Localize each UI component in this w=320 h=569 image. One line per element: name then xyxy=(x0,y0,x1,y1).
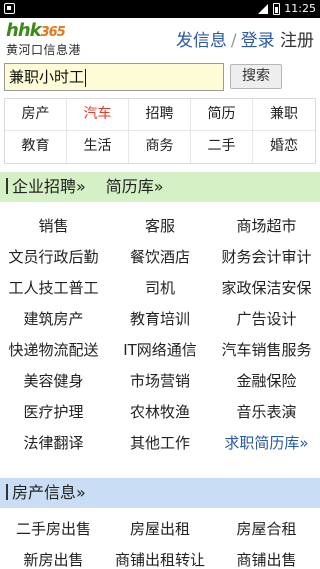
search-input-value: 兼职小时工 xyxy=(9,68,85,86)
job-category-link[interactable]: 广告设计 xyxy=(213,304,320,335)
battery-icon xyxy=(273,3,281,15)
category-link[interactable]: 房产 xyxy=(5,99,67,131)
job-category-link[interactable]: IT网络通信 xyxy=(107,335,213,366)
job-category-link[interactable]: 农林牧渔 xyxy=(107,397,213,428)
post-info-link[interactable]: 发信息 xyxy=(176,31,227,51)
house-category-link[interactable]: 商铺出租转让 xyxy=(107,545,213,569)
house-category-link[interactable]: 商铺出售 xyxy=(213,545,320,569)
category-link[interactable]: 招聘 xyxy=(129,99,191,131)
category-link[interactable]: 商务 xyxy=(129,131,191,163)
house-category-grid: 二手房出售 房屋出租 房屋合租新房出售 商铺出租转让 商铺出售 xyxy=(0,514,320,569)
job-category-link[interactable]: 教育培训 xyxy=(107,304,213,335)
job-category-link[interactable]: 客服 xyxy=(107,211,213,242)
status-time: 11:25 xyxy=(284,2,316,15)
job-seeker-resume-link[interactable]: 求职简历库» xyxy=(213,428,320,459)
job-category-link[interactable]: 快递物流配送 xyxy=(0,335,107,366)
category-link[interactable]: 生活 xyxy=(67,131,129,163)
category-link[interactable]: 二手 xyxy=(191,131,253,163)
text-cursor xyxy=(85,68,87,87)
header-separator: / xyxy=(230,31,237,51)
category-link[interactable]: 婚恋 xyxy=(253,131,315,163)
resume-library-link[interactable]: 简历库» xyxy=(106,177,164,196)
house-info-link[interactable]: 房产信息» xyxy=(12,483,86,502)
search-input[interactable]: 兼职小时工 xyxy=(4,63,224,91)
house-section-bar: 房产信息» xyxy=(0,478,320,508)
logo-subtitle: 黄河口信息港 xyxy=(6,43,82,57)
signal-icon xyxy=(258,4,269,14)
search-bar: 兼职小时工 搜索 xyxy=(0,62,320,94)
house-category-link[interactable]: 二手房出售 xyxy=(0,514,107,545)
job-category-link[interactable]: 财务会计审计 xyxy=(213,242,320,273)
section-bar-marker xyxy=(6,484,8,500)
site-logo[interactable]: hhk365 黄河口信息港 xyxy=(4,20,114,60)
category-link[interactable]: 汽车 xyxy=(67,99,129,131)
job-category-link[interactable]: 家政保洁安保 xyxy=(213,273,320,304)
category-link[interactable]: 简历 xyxy=(191,99,253,131)
header-links: 发信息 / 登录 注册 xyxy=(176,26,314,51)
job-category-link[interactable]: 司机 xyxy=(107,273,213,304)
status-bar: 11:25 xyxy=(0,0,320,18)
job-category-link[interactable]: 法律翻译 xyxy=(0,428,107,459)
category-grid: 房产 汽车 招聘 简历 兼职教育 生活 商务 二手 婚恋 xyxy=(4,98,316,164)
status-bar-right: 11:25 xyxy=(257,2,316,16)
job-category-link[interactable]: 汽车销售服务 xyxy=(213,335,320,366)
job-category-grid: 销售 客服 商场超市文员行政后勤 餐饮酒店 财务会计审计工人技工普工 司机 家政保洁安保建筑… xyxy=(0,211,320,459)
house-category-link[interactable]: 房屋出租 xyxy=(107,514,213,545)
category-link[interactable]: 兼职 xyxy=(253,99,315,131)
job-category-link[interactable]: 美容健身 xyxy=(0,366,107,397)
enterprise-jobs-link[interactable]: 企业招聘» xyxy=(12,177,86,196)
job-category-link[interactable]: 商场超市 xyxy=(213,211,320,242)
job-category-link[interactable]: 文员行政后勤 xyxy=(0,242,107,273)
job-category-link[interactable]: 销售 xyxy=(0,211,107,242)
login-link[interactable]: 登录 xyxy=(241,31,275,51)
job-category-link[interactable]: 其他工作 xyxy=(107,428,213,459)
search-button[interactable]: 搜索 xyxy=(230,64,282,89)
house-category-link[interactable]: 房屋合租 xyxy=(213,514,320,545)
job-category-link[interactable]: 工人技工普工 xyxy=(0,273,107,304)
site-header: hhk365 黄河口信息港 发信息 / 登录 注册 xyxy=(0,18,320,62)
app-notification-icon xyxy=(4,3,15,14)
job-category-link[interactable]: 金融保险 xyxy=(213,366,320,397)
job-category-link[interactable]: 医疗护理 xyxy=(0,397,107,428)
section-bar-marker xyxy=(6,178,8,194)
job-category-link[interactable]: 建筑房产 xyxy=(0,304,107,335)
register-link[interactable]: 注册 xyxy=(280,31,314,51)
category-link[interactable]: 教育 xyxy=(5,131,67,163)
job-category-link[interactable]: 餐饮酒店 xyxy=(107,242,213,273)
job-category-link[interactable]: 市场营销 xyxy=(107,366,213,397)
job-category-link[interactable]: 音乐表演 xyxy=(213,397,320,428)
house-category-link[interactable]: 新房出售 xyxy=(0,545,107,569)
jobs-section-bar: 企业招聘» 简历库» xyxy=(0,172,320,202)
